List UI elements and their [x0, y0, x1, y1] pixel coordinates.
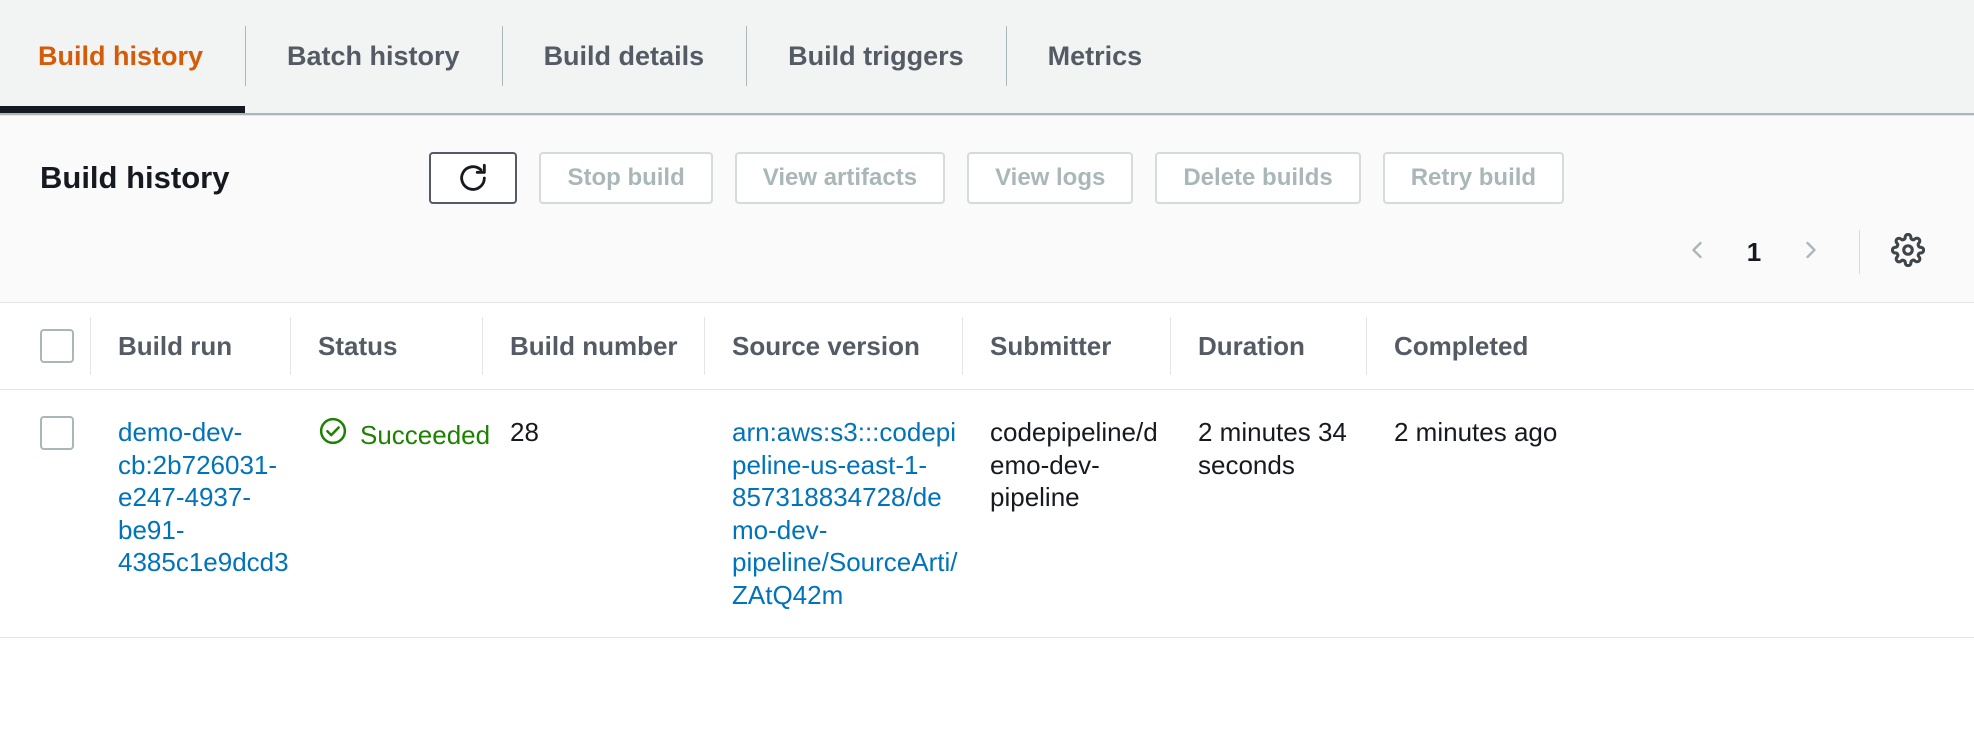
source-version-link[interactable]: arn:aws:s3:::codepipeline-us-east-1-8573…: [732, 417, 957, 610]
tab-label: Build history: [38, 41, 204, 71]
column-header-submitter[interactable]: Submitter: [962, 303, 1170, 390]
tab-batch-history[interactable]: Batch history: [245, 0, 502, 113]
cell-completed: 2 minutes ago: [1394, 417, 1558, 447]
cell-submitter: codepipeline/demo-dev-pipeline: [990, 417, 1158, 512]
select-all-checkbox[interactable]: [40, 329, 74, 363]
pagination-row: 1: [0, 204, 1974, 302]
tab-build-details[interactable]: Build details: [501, 0, 747, 113]
cell-status: Succeeded: [290, 390, 490, 638]
button-label: View logs: [995, 164, 1106, 191]
column-header-build-number[interactable]: Build number: [482, 303, 704, 390]
panel-header: Build history Stop build View artifacts …: [0, 116, 1974, 204]
gear-icon: [1890, 232, 1926, 272]
tab-bar-underline: [0, 113, 1974, 115]
column-header-source-version[interactable]: Source version: [704, 303, 962, 390]
button-label: Retry build: [1410, 164, 1537, 191]
status-badge: Succeeded: [318, 416, 490, 454]
pagination-divider: [1859, 230, 1860, 274]
next-page-button[interactable]: [1785, 226, 1837, 278]
delete-builds-button[interactable]: Delete builds: [1155, 152, 1361, 204]
tab-label: Batch history: [287, 41, 460, 71]
refresh-button[interactable]: [429, 152, 518, 204]
check-circle-icon: [318, 416, 348, 454]
pagination: 1: [1671, 226, 1837, 278]
column-header-build-run[interactable]: Build run: [90, 303, 290, 390]
table-settings-button[interactable]: [1882, 226, 1934, 278]
retry-build-button[interactable]: Retry build: [1382, 152, 1565, 204]
table-body: demo-dev-cb:2b726031-e247-4937-be91-4385…: [0, 390, 1974, 638]
table-row[interactable]: demo-dev-cb:2b726031-e247-4937-be91-4385…: [0, 390, 1974, 638]
build-history-table: Build run Status Build number Source ver…: [0, 303, 1974, 638]
status-label: Succeeded: [360, 419, 491, 450]
page-number[interactable]: 1: [1733, 237, 1775, 268]
view-logs-button[interactable]: View logs: [967, 152, 1134, 204]
column-header-status[interactable]: Status: [290, 303, 482, 390]
page-title: Build history: [40, 160, 230, 195]
tab-label: Build triggers: [788, 41, 964, 71]
row-select-cell: [0, 390, 90, 638]
previous-page-button[interactable]: [1671, 226, 1723, 278]
tab-build-triggers[interactable]: Build triggers: [746, 0, 1006, 113]
cell-build-number: 28: [510, 417, 539, 447]
table-header-row: Build run Status Build number Source ver…: [0, 303, 1974, 390]
button-label: Delete builds: [1183, 164, 1333, 191]
build-run-link[interactable]: demo-dev-cb:2b726031-e247-4937-be91-4385…: [118, 417, 289, 577]
cell-duration: 2 minutes 34 seconds: [1198, 417, 1347, 480]
view-artifacts-button[interactable]: View artifacts: [734, 152, 946, 204]
tab-build-history[interactable]: Build history: [0, 0, 246, 113]
tab-bar: Build history Batch history Build detail…: [0, 0, 1974, 115]
column-header-completed[interactable]: Completed: [1366, 303, 1974, 390]
tab-label: Metrics: [1047, 41, 1143, 71]
toolbar: Stop build View artifacts View logs Dele…: [429, 152, 1565, 204]
column-header-duration[interactable]: Duration: [1170, 303, 1366, 390]
build-history-panel: Build history Stop build View artifacts …: [0, 115, 1974, 638]
build-history-table-wrapper: Build run Status Build number Source ver…: [0, 302, 1974, 638]
select-all-header: [0, 303, 90, 390]
chevron-left-icon: [1683, 236, 1711, 269]
tab-label: Build details: [543, 41, 705, 71]
cell-build-run: demo-dev-cb:2b726031-e247-4937-be91-4385…: [90, 390, 290, 638]
chevron-right-icon: [1797, 236, 1825, 269]
tab-metrics[interactable]: Metrics: [1005, 0, 1185, 113]
cell-source-version: arn:aws:s3:::codepipeline-us-east-1-8573…: [704, 390, 962, 638]
table-head: Build run Status Build number Source ver…: [0, 303, 1974, 390]
button-label: View artifacts: [762, 164, 918, 191]
button-label: Stop build: [567, 164, 685, 191]
stop-build-button[interactable]: Stop build: [539, 152, 713, 204]
row-checkbox[interactable]: [40, 416, 74, 450]
refresh-icon: [456, 161, 490, 195]
